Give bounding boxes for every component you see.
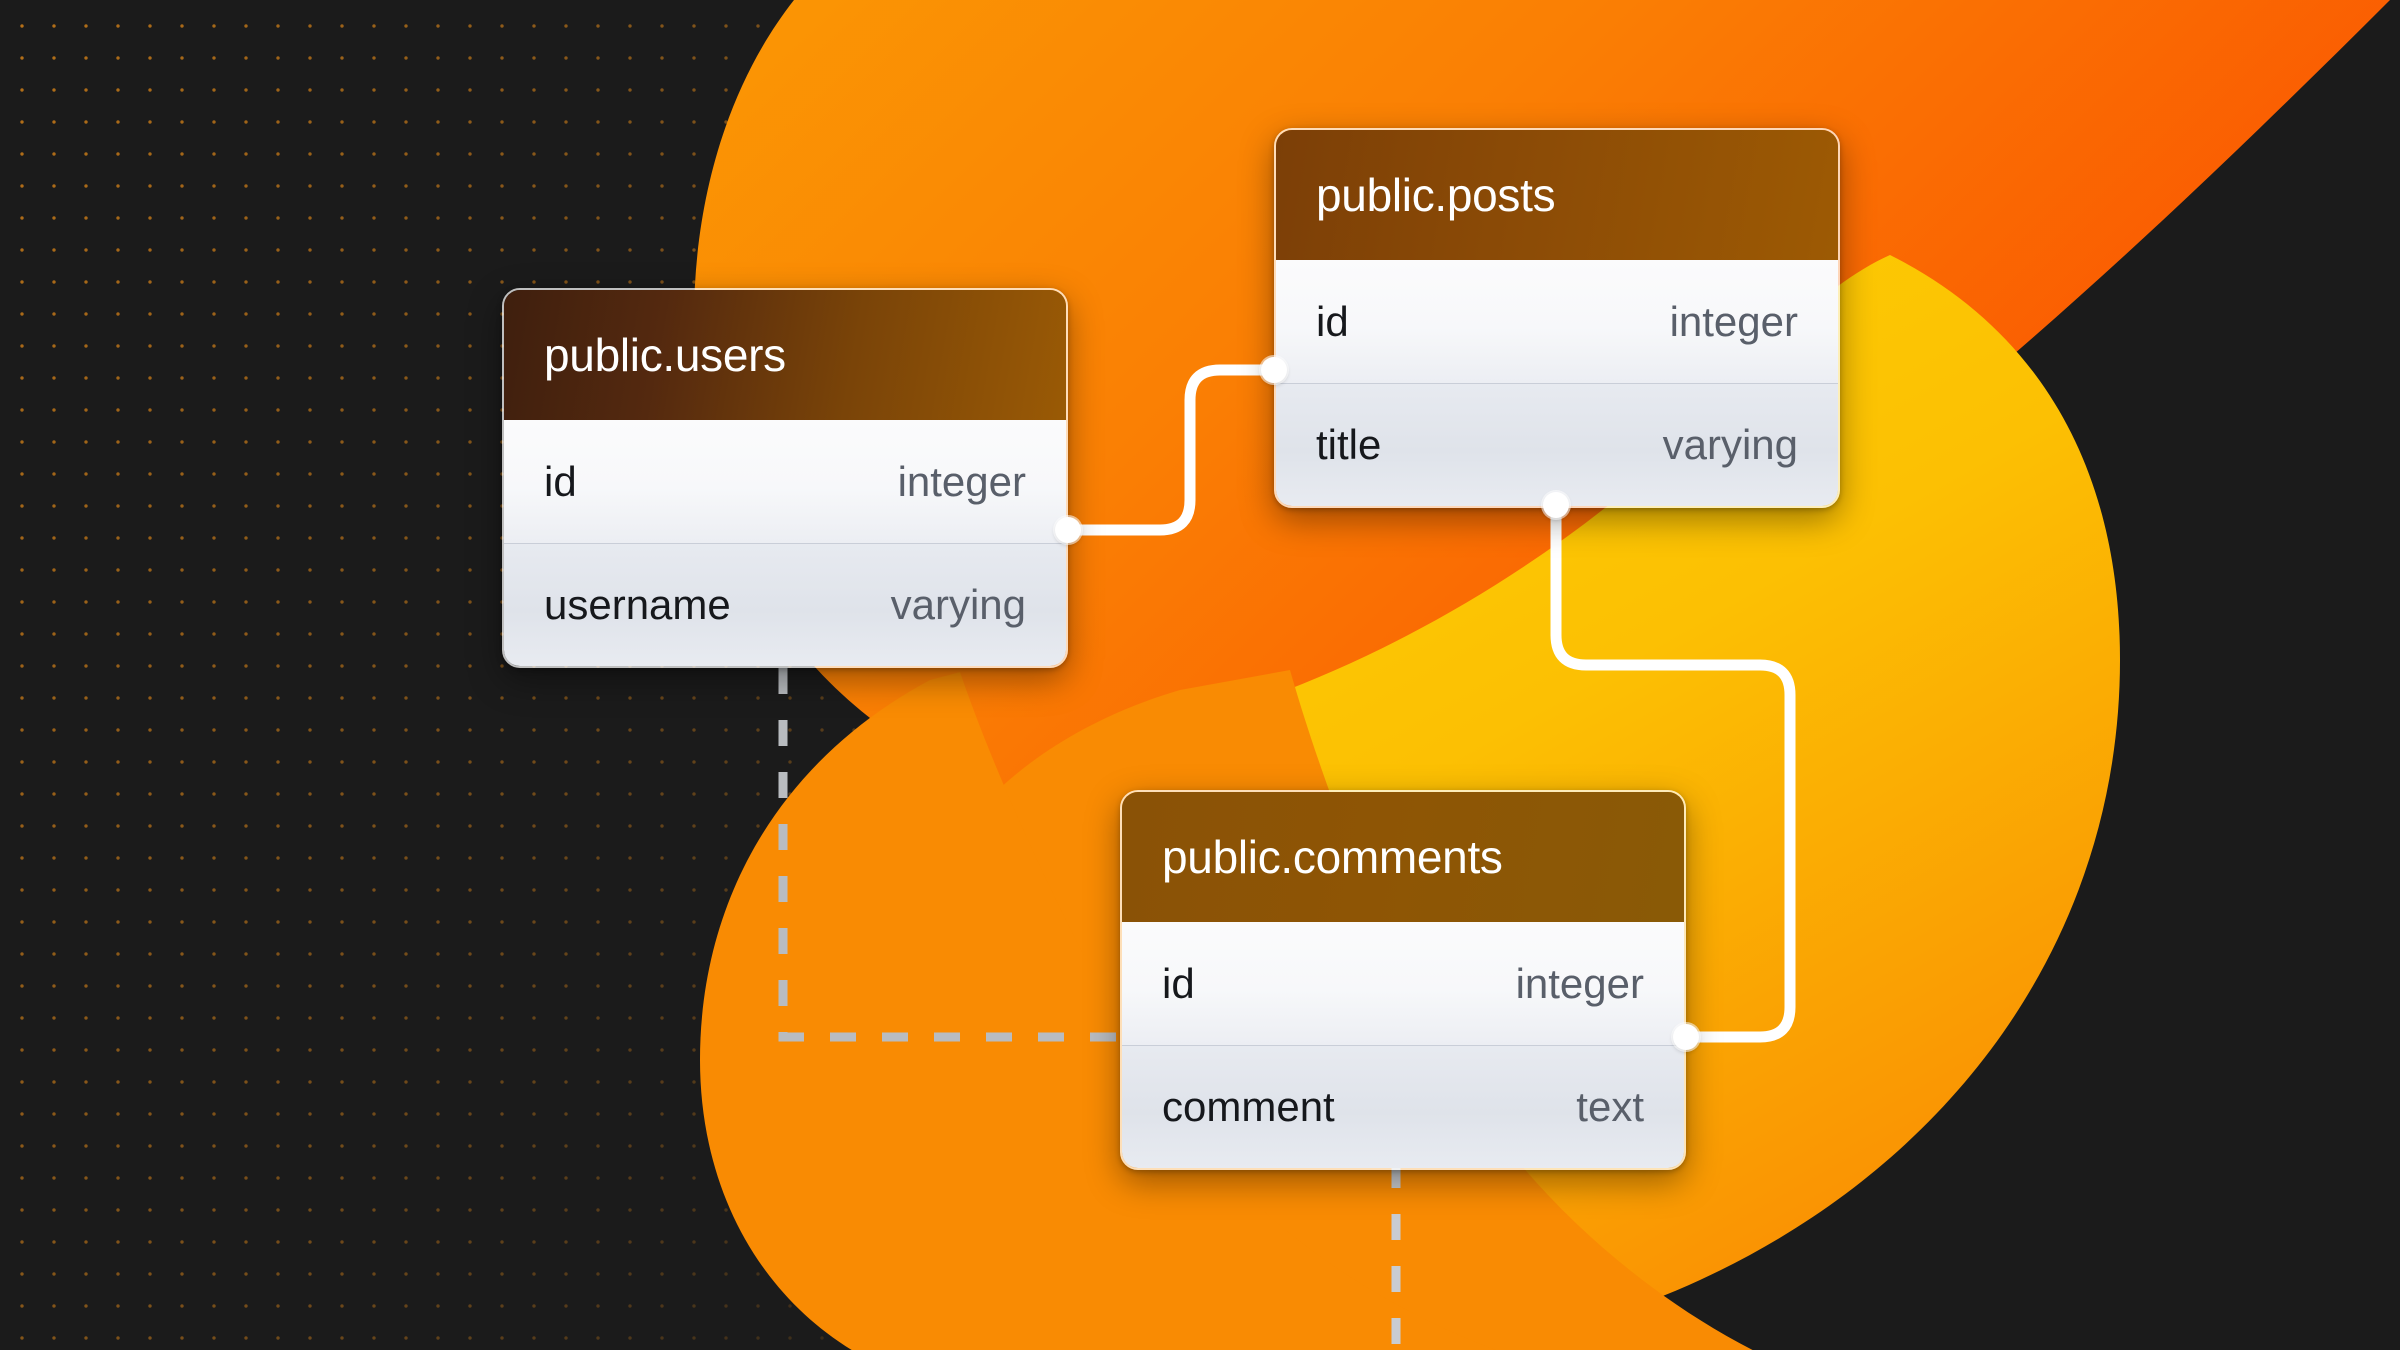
- table-row[interactable]: id integer: [1122, 922, 1684, 1045]
- diagram-canvas[interactable]: public.users id integer username varying…: [0, 0, 2400, 1350]
- table-node-users-title: public.users: [504, 290, 1066, 420]
- connector-handle-posts-left[interactable]: [1261, 357, 1287, 383]
- table-row[interactable]: title varying: [1276, 383, 1838, 506]
- column-type: integer: [1669, 297, 1798, 345]
- column-name: id: [1162, 959, 1195, 1007]
- table-row[interactable]: id integer: [1276, 260, 1838, 383]
- table-node-users[interactable]: public.users id integer username varying: [502, 288, 1068, 668]
- edge-users-to-posts: [1062, 364, 1280, 536]
- table-node-comments[interactable]: public.comments id integer comment text: [1120, 790, 1686, 1170]
- column-type: text: [1576, 1083, 1644, 1130]
- connector-handle-comments-right[interactable]: [1673, 1024, 1699, 1050]
- column-type: integer: [897, 457, 1026, 505]
- column-name: id: [544, 457, 577, 505]
- table-node-comments-title: public.comments: [1122, 792, 1684, 922]
- table-row[interactable]: id integer: [504, 420, 1066, 543]
- edge-users-to-comments: [778, 668, 1120, 1042]
- column-type: varying: [1662, 421, 1798, 468]
- table-node-posts[interactable]: public.posts id integer title varying: [1274, 128, 1840, 508]
- column-type: integer: [1515, 959, 1644, 1007]
- column-name: comment: [1162, 1083, 1335, 1130]
- column-name: id: [1316, 297, 1349, 345]
- table-row[interactable]: comment text: [1122, 1045, 1684, 1168]
- column-name: username: [544, 581, 731, 628]
- connector-handle-posts-bottom[interactable]: [1543, 492, 1569, 518]
- column-type: varying: [890, 581, 1026, 628]
- table-node-posts-title: public.posts: [1276, 130, 1838, 260]
- column-name: title: [1316, 421, 1382, 468]
- connector-handle-users-right[interactable]: [1055, 517, 1081, 543]
- table-row[interactable]: username varying: [504, 543, 1066, 666]
